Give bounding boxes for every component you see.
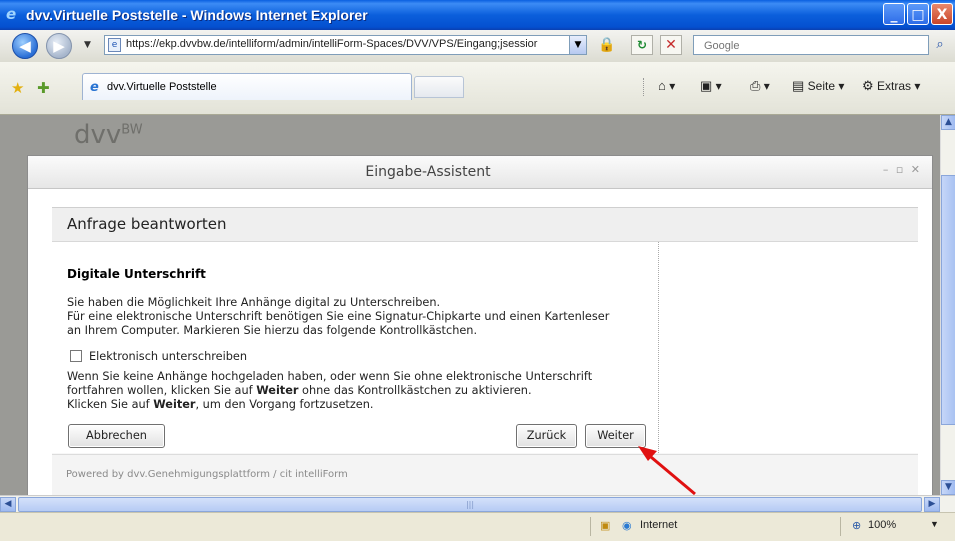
info-line-2-pre: fortfahren wollen, klicken Sie auf	[67, 384, 257, 397]
search-input[interactable]	[702, 37, 906, 55]
zoom-icon[interactable]: ⊕	[852, 519, 861, 532]
logo-text: dvv	[74, 120, 122, 150]
intro-line-1: Sie haben die Möglichkeit Ihre Anhänge d…	[67, 296, 441, 309]
lock-icon[interactable]: 🔒	[597, 36, 617, 54]
section-heading: Digitale Unterschrift	[67, 267, 206, 281]
feeds-icon: ▣	[700, 78, 713, 93]
info-line-2-bold: Weiter	[256, 384, 299, 397]
protected-mode-icon[interactable]: ▣	[600, 519, 610, 532]
close-button[interactable]: X	[931, 3, 953, 25]
back-nav-button[interactable]: ◀	[12, 33, 38, 59]
new-tab-button[interactable]	[414, 76, 464, 98]
vertical-scroll-thumb[interactable]	[941, 175, 955, 425]
tab-dvv-virtuelle-poststelle[interactable]: e dvv.Virtuelle Poststelle	[82, 73, 412, 100]
sign-electronically-checkbox[interactable]	[70, 350, 82, 362]
zoom-level[interactable]: 100%	[868, 519, 896, 531]
back-button[interactable]: Zurück	[516, 424, 577, 448]
continue-hint-post: , um den Vorgang fortzusetzen.	[195, 398, 374, 411]
intro-line-3: an Ihrem Computer. Markieren Sie hierzu …	[67, 324, 478, 337]
url-field[interactable]: e https://ekp.dvvbw.de/intelliform/admin…	[104, 35, 587, 55]
signature-section: Digitale Unterschrift Sie haben die Mögl…	[52, 242, 659, 453]
gear-icon: ⚙	[862, 78, 874, 93]
background-logo: dvvBW	[74, 120, 143, 150]
refresh-button[interactable]: ↻	[631, 35, 653, 55]
horizontal-scroll-thumb[interactable]: |||	[18, 497, 922, 512]
tools-menu-label: Extras	[877, 79, 912, 93]
scroll-down-icon[interactable]: ▼	[941, 480, 955, 495]
continue-hint: Klicken Sie auf Weiter, um den Vorgang f…	[67, 398, 657, 412]
intro-line-2: Für eine elektronische Unterschrift benö…	[67, 310, 610, 323]
panel-title: Anfrage beantworten	[67, 215, 227, 233]
horizontal-scrollbar[interactable]: ◀ ||| ▶	[0, 495, 955, 513]
window-titlebar: e dvv.Virtuelle Poststelle - Windows Int…	[0, 0, 955, 30]
feeds-button[interactable]: ▣ ▾	[700, 78, 722, 94]
wizard-dialog: Eingabe-Assistent – ▫ ✕ Anfrage beantwor…	[27, 155, 933, 498]
page-menu-label: Seite	[807, 79, 835, 93]
stop-button[interactable]: ✕	[660, 35, 682, 55]
print-button[interactable]: ⎙ ▾	[750, 78, 770, 94]
search-field[interactable]	[693, 35, 929, 55]
favorites-star-icon[interactable]: ★	[11, 80, 24, 96]
window-title: dvv.Virtuelle Poststelle - Windows Inter…	[26, 7, 368, 23]
dialog-footer: Powered by dvv.Genehmigungsplattform / c…	[52, 454, 918, 495]
status-bar: ▣ ◉ Internet ⊕ 100% ▼	[0, 512, 955, 541]
dialog-title: Eingabe-Assistent	[365, 164, 491, 180]
tab-page-icon: e	[90, 80, 99, 95]
logo-superscript: BW	[121, 122, 143, 138]
continue-hint-bold: Weiter	[153, 398, 196, 411]
panel-header: Anfrage beantworten	[52, 208, 918, 242]
vertical-scrollbar[interactable]: ▲ ▼	[940, 115, 955, 495]
answer-panel: Anfrage beantworten Digitale Unterschrif…	[52, 207, 918, 495]
toolbar-separator	[643, 78, 645, 96]
dialog-window-controls[interactable]: – ▫ ✕	[883, 163, 922, 176]
recent-pages-dropdown-icon[interactable]: ▼	[84, 40, 91, 50]
internet-explorer-icon: e	[6, 5, 17, 23]
search-icon[interactable]: ⌕	[932, 35, 948, 55]
info-line-2-post: ohne das Kontrollkästchen zu aktivieren.	[298, 384, 532, 397]
address-toolbar: ◀ ▶ ▼ e https://ekp.dvvbw.de/intelliform…	[0, 30, 955, 63]
tools-menu-button[interactable]: ⚙ Extras ▾	[862, 78, 920, 94]
checkbox-label[interactable]: Elektronisch unterschreiben	[89, 350, 247, 363]
globe-icon: ◉	[622, 520, 632, 532]
security-zone-label: Internet	[640, 519, 678, 531]
side-panel	[659, 242, 918, 453]
continue-hint-pre: Klicken Sie auf	[67, 398, 154, 411]
tab-label: dvv.Virtuelle Poststelle	[107, 81, 217, 93]
minimize-button[interactable]: _	[883, 3, 905, 25]
print-icon: ⎙	[750, 78, 761, 93]
page-menu-button[interactable]: ▤ Seite ▾	[792, 78, 844, 94]
maximize-button[interactable]: □	[907, 3, 929, 25]
home-icon: ⌂	[658, 78, 666, 93]
home-button[interactable]: ⌂ ▾	[658, 78, 675, 93]
url-text: https://ekp.dvvbw.de/intelliform/admin/i…	[126, 38, 538, 50]
page-icon: e	[108, 38, 121, 52]
page-menu-icon: ▤	[792, 78, 805, 93]
zoom-dropdown-icon[interactable]: ▼	[930, 519, 939, 529]
tab-command-bar: ★ ✚ e dvv.Virtuelle Poststelle ⌂ ▾ ▣ ▾ ⎙…	[0, 62, 955, 115]
url-dropdown-icon[interactable]: ▼	[569, 36, 586, 54]
info-line-1: Wenn Sie keine Anhänge hochgeladen haben…	[67, 370, 593, 383]
dialog-titlebar: Eingabe-Assistent – ▫ ✕	[28, 156, 932, 189]
add-favorites-icon[interactable]: ✚	[37, 80, 50, 96]
info-line-2: fortfahren wollen, klicken Sie auf Weite…	[67, 384, 657, 398]
forward-nav-button[interactable]: ▶	[46, 33, 72, 59]
scroll-left-icon[interactable]: ◀	[0, 497, 16, 512]
scroll-up-icon[interactable]: ▲	[941, 115, 955, 130]
sign-checkbox-row[interactable]: Elektronisch unterschreiben	[70, 349, 247, 363]
powered-by-text: Powered by dvv.Genehmigungsplattform / c…	[66, 469, 348, 480]
scroll-right-icon[interactable]: ▶	[924, 497, 940, 512]
next-button[interactable]: Weiter	[585, 424, 646, 448]
cancel-button[interactable]: Abbrechen	[68, 424, 165, 448]
